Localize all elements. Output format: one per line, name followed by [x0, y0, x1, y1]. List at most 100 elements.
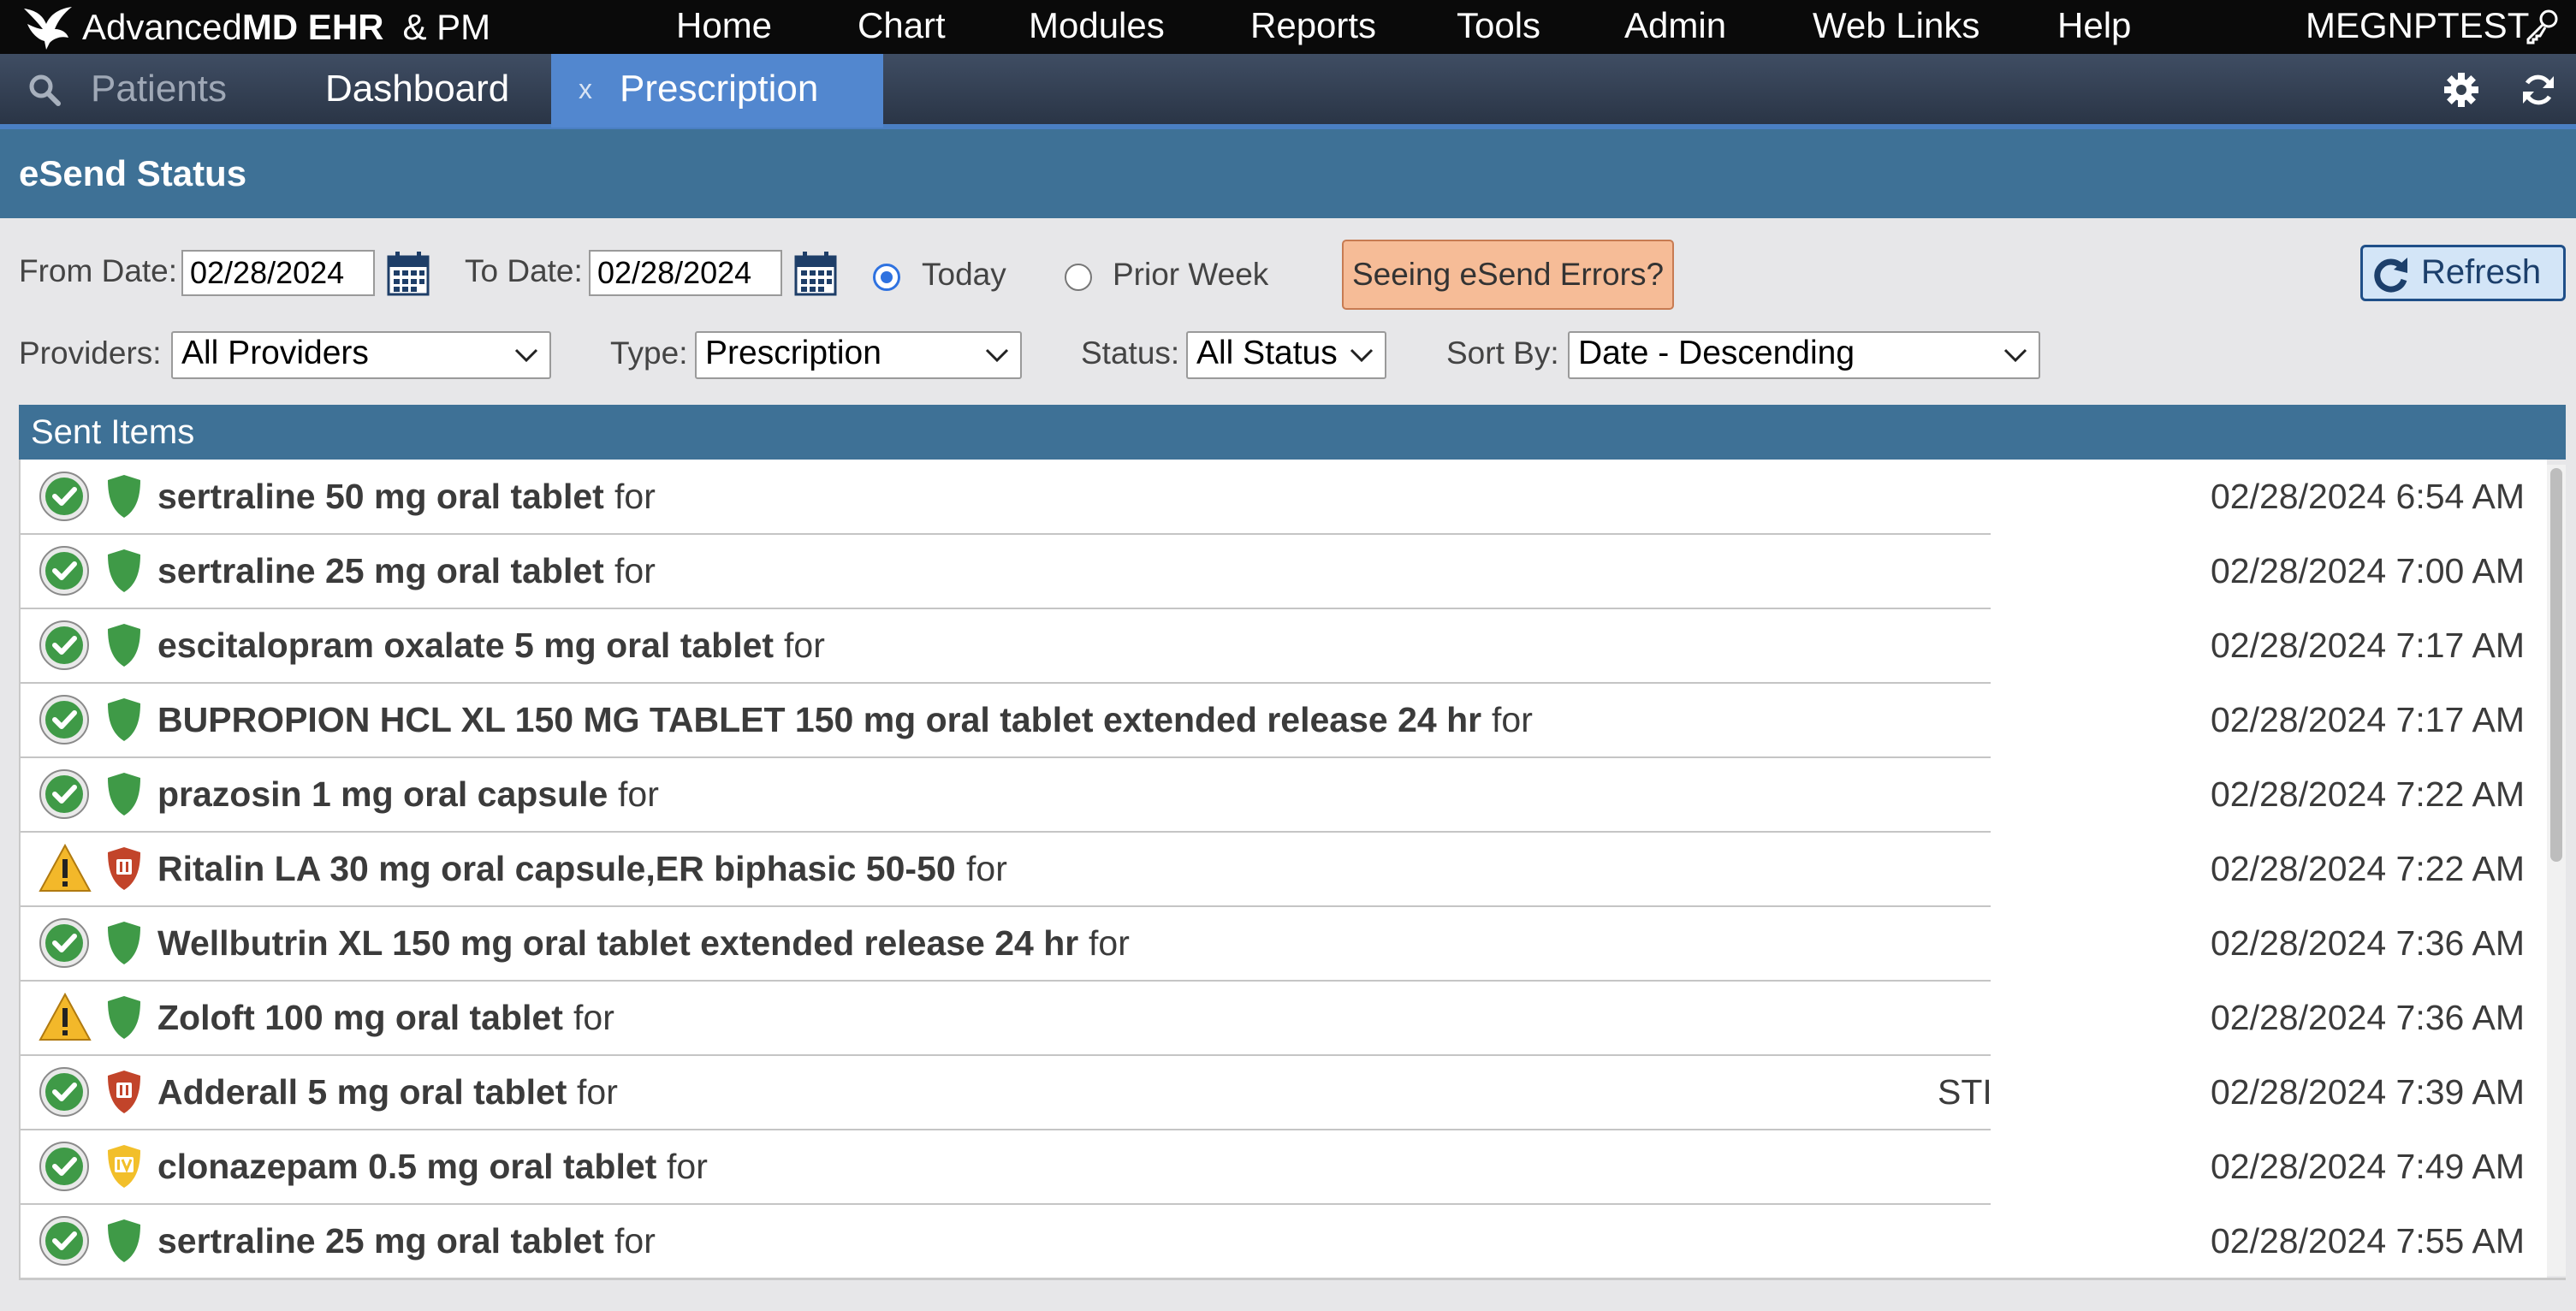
- menu-help[interactable]: Help: [2057, 0, 2131, 54]
- today-label[interactable]: Today: [922, 257, 1006, 293]
- check-circle-icon: [38, 768, 91, 825]
- esend-errors-button[interactable]: Seeing eSend Errors?: [1342, 240, 1674, 310]
- medication-name: Zoloft 100 mg oral tablet: [157, 998, 563, 1037]
- medication-name: sertraline 25 mg oral tablet: [157, 551, 604, 590]
- list-item[interactable]: sertraline 25 mg oral tablet for 02/28/202…: [21, 1204, 2547, 1278]
- sent-date: 02/28/2024 7:00 AM: [2210, 551, 2525, 590]
- sent-date: 02/28/2024 6:54 AM: [2210, 477, 2525, 516]
- item-extra-text: STI: [1938, 1072, 1992, 1112]
- tab-patients[interactable]: Patients: [91, 54, 227, 124]
- menu-tools[interactable]: Tools: [1457, 0, 1540, 54]
- sent-items-title: Sent Items: [31, 413, 195, 451]
- menu-modules[interactable]: Modules: [1029, 0, 1165, 54]
- from-date-label: From Date:: [19, 253, 178, 288]
- type-select[interactable]: Prescription: [695, 331, 1022, 379]
- chevron-down-icon: [2003, 348, 2027, 363]
- sent-date: 02/28/2024 7:17 AM: [2210, 700, 2525, 739]
- list-scrollbar[interactable]: [2547, 465, 2566, 1276]
- status-select[interactable]: All Status: [1186, 331, 1386, 379]
- schedule-iv-shield-icon: [104, 1143, 144, 1194]
- sort-by-select[interactable]: Date - Descending: [1568, 331, 2040, 379]
- section-header: eSend Status: [0, 129, 2576, 218]
- check-circle-icon: [38, 1214, 91, 1272]
- medication-name: Ritalin LA 30 mg oral capsule,ER biphasi…: [157, 849, 956, 888]
- to-calendar-icon[interactable]: [794, 252, 837, 296]
- scrollbar-thumb[interactable]: [2550, 468, 2562, 862]
- user-name[interactable]: MEGNPTEST: [2306, 0, 2529, 54]
- check-circle-icon: [38, 917, 91, 974]
- menu-admin[interactable]: Admin: [1624, 0, 1726, 54]
- chevron-down-icon: [514, 348, 538, 363]
- list-item[interactable]: BUPROPION HCL XL 150 MG TABLET 150 mg or…: [21, 683, 2547, 758]
- today-radio[interactable]: [873, 264, 900, 291]
- tab-prescription[interactable]: x Prescription: [551, 54, 883, 128]
- medication-name: clonazepam 0.5 mg oral tablet: [157, 1147, 657, 1186]
- sent-items-list: sertraline 50 mg oral tablet for 02/28/202…: [19, 460, 2547, 1278]
- shield-icon: [104, 548, 144, 598]
- schedule-ii-shield-icon: [104, 1069, 144, 1119]
- menu-chart[interactable]: Chart: [858, 0, 946, 54]
- key-icon[interactable]: [2523, 9, 2559, 44]
- top-menu-bar: AdvancedMD EHR & PM Home Chart Modules Re…: [0, 0, 2576, 54]
- gear-icon[interactable]: [2442, 71, 2480, 109]
- list-item[interactable]: sertraline 50 mg oral tablet for 02/28/202…: [21, 460, 2547, 535]
- list-item[interactable]: prazosin 1 mg oral capsule for 02/28/2024 …: [21, 757, 2547, 833]
- list-item[interactable]: Wellbutrin XL 150 mg oral tablet extende…: [21, 906, 2547, 982]
- shield-icon: [104, 697, 144, 747]
- warning-icon: [38, 842, 92, 899]
- check-circle-icon: [38, 619, 91, 676]
- medication-for-text: for: [618, 774, 659, 814]
- tab-dashboard[interactable]: Dashboard: [325, 54, 509, 124]
- refresh-label: Refresh: [2421, 253, 2542, 291]
- to-date-label: To Date:: [465, 253, 583, 288]
- list-bottom-border: [19, 1278, 2566, 1280]
- list-item[interactable]: clonazepam 0.5 mg oral tablet for 02/28/20…: [21, 1130, 2547, 1205]
- shield-icon: [104, 1218, 144, 1268]
- shield-icon: [104, 920, 144, 970]
- chevron-down-icon: [1350, 348, 1374, 363]
- medication-for-text: for: [1089, 923, 1130, 963]
- check-circle-icon: [38, 470, 91, 527]
- medication-for-text: for: [1492, 700, 1533, 739]
- medication-for-text: for: [966, 849, 1007, 888]
- prior-week-label[interactable]: Prior Week: [1113, 257, 1268, 293]
- status-label: Status:: [1081, 335, 1180, 371]
- status-value: All Status: [1196, 335, 1338, 371]
- list-item[interactable]: sertraline 25 mg oral tablet for 02/28/202…: [21, 534, 2547, 609]
- menu-reports[interactable]: Reports: [1250, 0, 1376, 54]
- list-item[interactable]: Adderall 5 mg oral tablet for STI 02/28/202…: [21, 1055, 2547, 1130]
- medication-name: sertraline 50 mg oral tablet: [157, 477, 604, 516]
- search-icon[interactable]: [27, 73, 62, 107]
- medication-for-text: for: [577, 1072, 618, 1112]
- sent-date: 02/28/2024 7:49 AM: [2210, 1147, 2525, 1186]
- tab-bar: Patients Dashboard x Prescription: [0, 54, 2576, 129]
- list-item[interactable]: escitalopram oxalate 5 mg oral tablet for…: [21, 608, 2547, 684]
- sent-date: 02/28/2024 7:55 AM: [2210, 1221, 2525, 1261]
- check-circle-icon: [38, 544, 91, 602]
- menu-home[interactable]: Home: [676, 0, 772, 54]
- sent-items-header: Sent Items: [19, 405, 2566, 460]
- sync-icon[interactable]: [2520, 71, 2557, 109]
- app-logo[interactable]: AdvancedMD EHR & PM: [21, 2, 490, 53]
- medication-name: sertraline 25 mg oral tablet: [157, 1221, 604, 1261]
- tab-prescription-label: Prescription: [620, 68, 819, 110]
- type-label: Type:: [610, 335, 688, 371]
- close-tab-icon[interactable]: x: [579, 54, 592, 124]
- refresh-button[interactable]: Refresh: [2360, 245, 2566, 301]
- shield-icon: [104, 771, 144, 822]
- from-calendar-icon[interactable]: [387, 252, 430, 296]
- check-circle-icon: [38, 693, 91, 750]
- sent-date: 02/28/2024 7:39 AM: [2210, 1072, 2525, 1112]
- prior-week-radio[interactable]: [1065, 264, 1092, 291]
- shield-icon: [104, 994, 144, 1045]
- sort-by-label: Sort By:: [1446, 335, 1559, 371]
- medication-name: BUPROPION HCL XL 150 MG TABLET 150 mg or…: [157, 700, 1482, 739]
- list-item[interactable]: Zoloft 100 mg oral tablet for 02/28/2024 7…: [21, 981, 2547, 1056]
- to-date-input[interactable]: 02/28/2024: [589, 250, 782, 296]
- providers-select[interactable]: All Providers: [171, 331, 551, 379]
- medication-name: Wellbutrin XL 150 mg oral tablet extende…: [157, 923, 1079, 963]
- medication-for-text: for: [573, 998, 614, 1037]
- menu-web-links[interactable]: Web Links: [1813, 0, 1979, 54]
- from-date-input[interactable]: 02/28/2024: [181, 250, 375, 296]
- list-item[interactable]: Ritalin LA 30 mg oral capsule,ER biphasi…: [21, 832, 2547, 907]
